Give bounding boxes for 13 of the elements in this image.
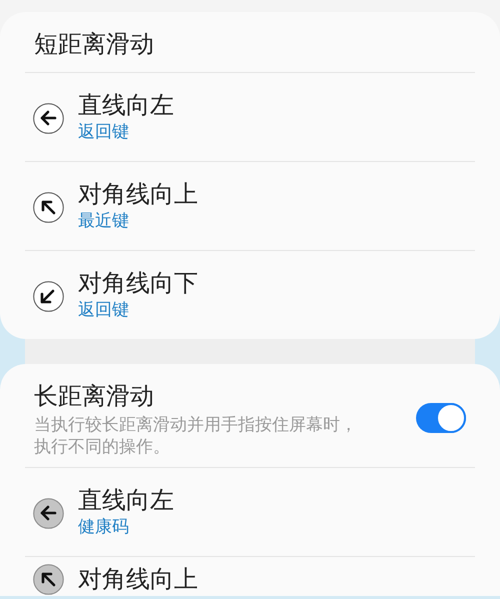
action-label: 最近键 [78,210,130,232]
action-label: 健康码 [78,516,130,538]
action-label: 返回键 [78,121,130,143]
gesture-title: 对角线向上 [78,564,198,595]
toggle-switch[interactable] [416,403,466,433]
gesture-title: 对角线向下 [78,268,198,299]
section-description: 当执行较长距离滑动并用手指按住屏幕时，执行不同的操作。 [34,414,358,458]
gesture-title: 对角线向上 [78,179,198,210]
gesture-title: 直线向左 [78,485,174,516]
section-title: 短距离滑动 [34,29,155,60]
section-title: 长距离滑动 [34,381,155,412]
gesture-title: 直线向左 [78,90,174,121]
action-label: 返回键 [78,299,130,321]
